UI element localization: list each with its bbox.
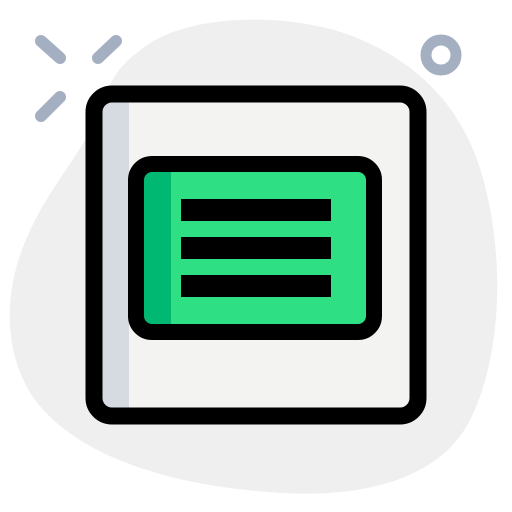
icon-canvas	[0, 0, 512, 512]
card-side-strip	[143, 170, 171, 326]
sparkle-dash-bottom-left	[35, 91, 66, 122]
article-card-icon	[9, 19, 498, 494]
card-text-line	[181, 199, 331, 221]
document-side-strip	[102, 100, 129, 408]
card-text-lines	[181, 199, 331, 297]
card-text-line	[181, 275, 331, 297]
sparkle-dash-top-left	[35, 35, 66, 64]
sparkle-ring-icon	[420, 34, 462, 76]
card-text-line	[181, 237, 331, 259]
sparkle-dash-top-right	[92, 35, 122, 64]
